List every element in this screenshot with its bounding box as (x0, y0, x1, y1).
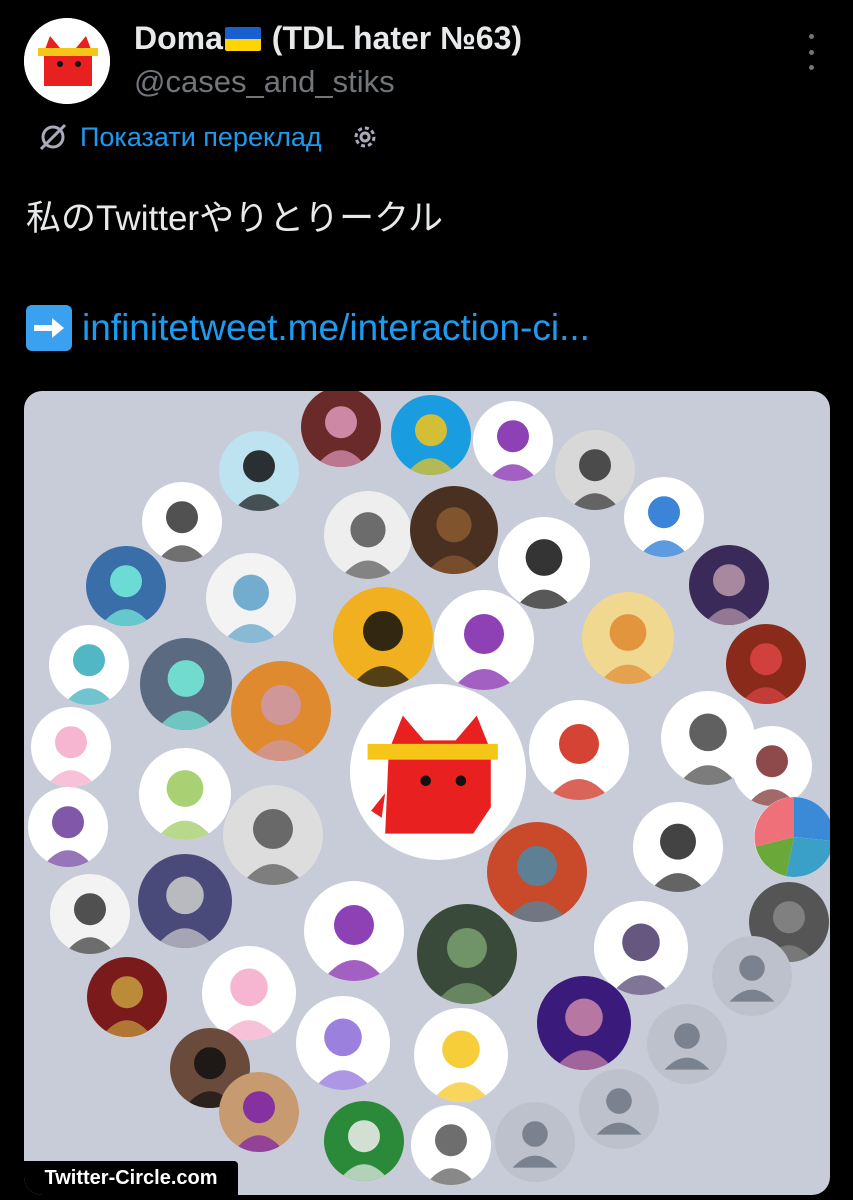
user-avatar (498, 517, 590, 609)
user-avatar (333, 587, 433, 687)
show-translation-link[interactable]: Показати переклад (80, 122, 322, 153)
user-avatar (86, 546, 166, 626)
user-avatar (529, 700, 629, 800)
right-arrow-emoji-icon (26, 305, 72, 351)
placeholder-user-avatar (647, 1004, 727, 1084)
user-avatar (417, 904, 517, 1004)
user-handle[interactable]: @cases_and_stiks (134, 64, 395, 100)
user-avatar (231, 661, 331, 761)
user-avatar (689, 545, 769, 625)
more-dot-icon (808, 49, 814, 55)
more-options-button[interactable] (796, 34, 826, 70)
gear-icon[interactable] (350, 122, 380, 152)
center-mascot-avatar (350, 684, 526, 860)
user-avatar (324, 1101, 404, 1181)
watermark: Twitter-Circle.com (24, 1161, 238, 1195)
user-avatar (49, 625, 129, 705)
tweet-text: 私のTwitterやりとりークル (26, 199, 444, 238)
user-avatar (414, 1008, 508, 1102)
user-avatar (138, 854, 232, 948)
user-avatar (219, 431, 299, 511)
placeholder-user-avatar (712, 936, 792, 1016)
user-avatar (754, 797, 830, 877)
user-avatar (624, 477, 704, 557)
user-avatar (555, 430, 635, 510)
user-avatar (296, 996, 390, 1090)
user-avatar (206, 553, 296, 643)
user-avatar (304, 881, 404, 981)
user-avatar (732, 726, 812, 806)
translate-row: Показати переклад (36, 120, 380, 154)
user-avatar (726, 624, 806, 704)
user-avatar (537, 976, 631, 1070)
avatar-circle-cluster (24, 391, 830, 1195)
user-avatar (434, 590, 534, 690)
ukraine-flag-icon (224, 27, 261, 51)
user-avatar (50, 874, 130, 954)
user-avatar (139, 748, 231, 840)
user-avatar (142, 482, 222, 562)
placeholder-user-avatar (495, 1102, 575, 1182)
more-dot-icon (808, 34, 814, 39)
user-avatar (223, 785, 323, 885)
display-name-text: Doma (134, 20, 223, 56)
user-avatar (140, 638, 232, 730)
user-avatar (582, 592, 674, 684)
user-avatar (594, 901, 688, 995)
user-avatar (410, 486, 498, 574)
user-avatar (28, 787, 108, 867)
user-avatar (391, 395, 471, 475)
user-avatar (202, 946, 296, 1040)
display-name-suffix: (TDL hater №63) (262, 20, 523, 56)
user-avatar (31, 707, 111, 787)
user-avatar (87, 957, 167, 1037)
tweet-link-row: infinitetweet.me/interaction-ci... (26, 305, 590, 351)
translate-icon (39, 123, 67, 151)
user-avatar (411, 1105, 491, 1185)
user-avatar (324, 491, 412, 579)
user-avatar (633, 802, 723, 892)
user-avatar (487, 822, 587, 922)
more-dot-icon (808, 65, 814, 70)
user-avatar (473, 401, 553, 481)
display-name[interactable]: Doma (TDL hater №63) (134, 20, 522, 57)
user-avatar (301, 391, 381, 467)
author-avatar[interactable] (24, 18, 110, 104)
interaction-circle-image[interactable]: Twitter-Circle.com (24, 391, 830, 1195)
interaction-circle-link[interactable]: infinitetweet.me/interaction-ci... (82, 307, 590, 349)
user-avatar (219, 1072, 299, 1152)
